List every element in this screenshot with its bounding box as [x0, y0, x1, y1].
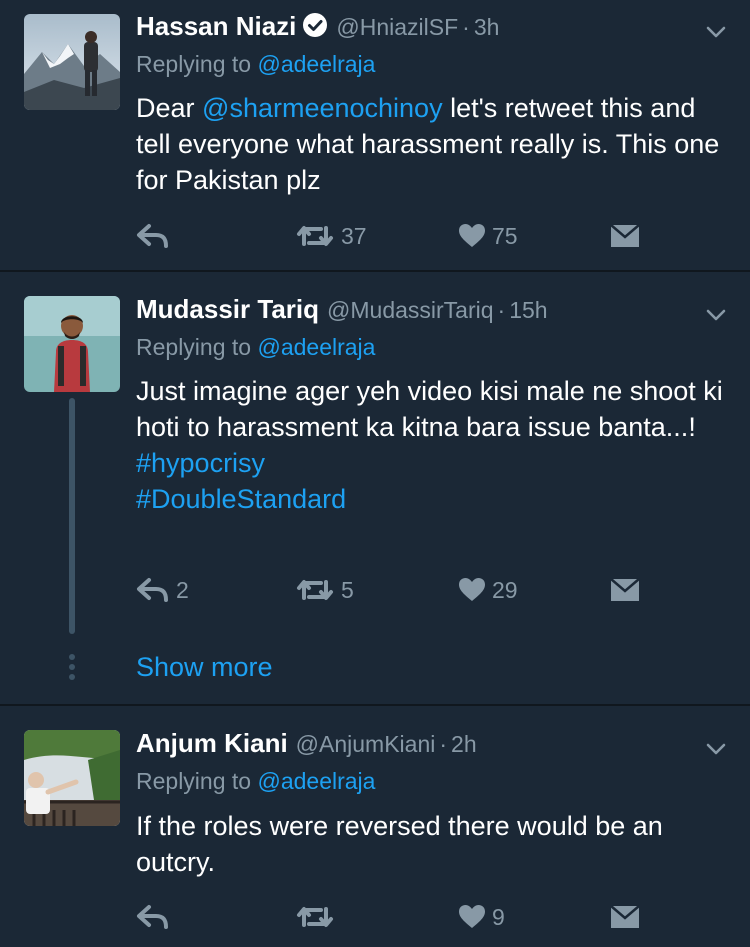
- timestamp[interactable]: 15h: [509, 297, 547, 323]
- thread-connector-line: [69, 398, 75, 634]
- tweet-header: Anjum Kiani @AnjumKiani · 2h: [136, 728, 477, 762]
- reply-icon: [137, 905, 168, 929]
- tweet-text: Just imagine ager yeh video kisi male ne…: [136, 373, 726, 517]
- mention-link[interactable]: @sharmeenochinoy: [202, 93, 443, 123]
- separator-dot: ·: [439, 731, 448, 757]
- replying-to-mention[interactable]: @adeelraja: [257, 334, 375, 360]
- display-name[interactable]: Hassan Niazi: [136, 11, 296, 41]
- chevron-down-icon[interactable]: [704, 20, 728, 44]
- retweet-count: 37: [341, 222, 367, 249]
- replying-to-mention[interactable]: @adeelraja: [257, 768, 375, 794]
- reply-count: 2: [176, 576, 189, 603]
- replying-to-line: Replying to @adeelraja: [136, 768, 375, 795]
- replying-to-line: Replying to @adeelraja: [136, 334, 375, 361]
- retweet-button[interactable]: [295, 897, 341, 937]
- like-button[interactable]: 9: [458, 897, 505, 937]
- replying-prefix: Replying to: [136, 768, 252, 794]
- user-handle[interactable]: @MudassirTariq: [327, 297, 494, 323]
- like-count: 9: [492, 903, 505, 930]
- reply-button[interactable]: [136, 897, 176, 937]
- avatar-image: [24, 730, 120, 826]
- tweet-header: Mudassir Tariq @MudassirTariq · 15h: [136, 294, 548, 328]
- tweet-anjum-kiani[interactable]: Anjum Kiani @AnjumKiani · 2h Replying to @a…: [0, 706, 750, 947]
- separator-dot: ·: [462, 14, 470, 40]
- direct-message-icon: [610, 905, 640, 928]
- retweet-icon: [297, 907, 333, 927]
- retweet-button[interactable]: 5: [295, 570, 354, 610]
- thread-ellipsis-icon: [68, 654, 76, 684]
- heart-icon: [459, 905, 485, 928]
- retweet-icon: [297, 226, 333, 246]
- direct-message-button[interactable]: [610, 570, 640, 610]
- like-count: 29: [492, 576, 518, 603]
- reply-icon: [137, 578, 168, 602]
- tweet-actions: 2 5 29: [136, 570, 656, 610]
- tweet-text: Dear @sharmeenochinoy let's retweet this…: [136, 90, 726, 198]
- retweet-button[interactable]: 37: [295, 216, 367, 256]
- timestamp[interactable]: 2h: [451, 731, 477, 757]
- direct-message-button[interactable]: [610, 216, 640, 256]
- user-handle[interactable]: @HniazilSF: [336, 14, 458, 40]
- tweet-header: Hassan Niazi @HniazilSF · 3h: [136, 11, 499, 45]
- chevron-down-icon[interactable]: [704, 303, 728, 327]
- tweet-hassan-niazi[interactable]: Hassan Niazi @HniazilSF · 3h Replying to @a…: [0, 0, 750, 270]
- heart-icon: [459, 578, 485, 601]
- direct-message-icon: [610, 578, 640, 601]
- chevron-down-icon[interactable]: [704, 737, 728, 761]
- direct-message-button[interactable]: [610, 897, 640, 937]
- tweet-actions: 9: [136, 897, 656, 937]
- tweet-text-before: Dear: [136, 93, 203, 123]
- show-more-link[interactable]: Show more: [136, 652, 273, 683]
- like-button[interactable]: 29: [458, 570, 518, 610]
- tweet-mudassir-tariq[interactable]: Mudassir Tariq @MudassirTariq · 15h Replyin…: [0, 272, 750, 704]
- hashtag-link[interactable]: #DoubleStandard: [136, 481, 726, 517]
- reply-button[interactable]: 2: [136, 570, 189, 610]
- hashtag-link[interactable]: #hypocrisy: [136, 445, 726, 481]
- verified-badge-icon: [302, 12, 328, 38]
- avatar-hassan-niazi[interactable]: [24, 14, 120, 110]
- timestamp[interactable]: 3h: [474, 14, 500, 40]
- replying-to-line: Replying to @adeelraja: [136, 51, 375, 78]
- heart-icon: [459, 224, 485, 247]
- display-name[interactable]: Mudassir Tariq: [136, 294, 319, 324]
- reply-button[interactable]: [136, 216, 176, 256]
- retweet-icon: [297, 580, 333, 600]
- user-handle[interactable]: @AnjumKiani: [296, 731, 436, 757]
- replying-prefix: Replying to: [136, 334, 252, 360]
- like-button[interactable]: 75: [458, 216, 518, 256]
- replying-prefix: Replying to: [136, 51, 252, 77]
- tweet-text-main: Just imagine ager yeh video kisi male ne…: [136, 376, 723, 442]
- like-count: 75: [492, 222, 518, 249]
- tweet-text: If the roles were reversed there would b…: [136, 811, 663, 877]
- reply-icon: [137, 224, 168, 248]
- avatar-image: [24, 14, 120, 110]
- tweet-actions: 37 75: [136, 216, 656, 256]
- direct-message-icon: [610, 224, 640, 247]
- avatar-mudassir-tariq[interactable]: [24, 296, 120, 392]
- separator-dot: ·: [497, 297, 506, 323]
- display-name[interactable]: Anjum Kiani: [136, 728, 288, 758]
- retweet-count: 5: [341, 576, 354, 603]
- avatar-image: [24, 296, 120, 392]
- avatar-anjum-kiani[interactable]: [24, 730, 120, 826]
- replying-to-mention[interactable]: @adeelraja: [257, 51, 375, 77]
